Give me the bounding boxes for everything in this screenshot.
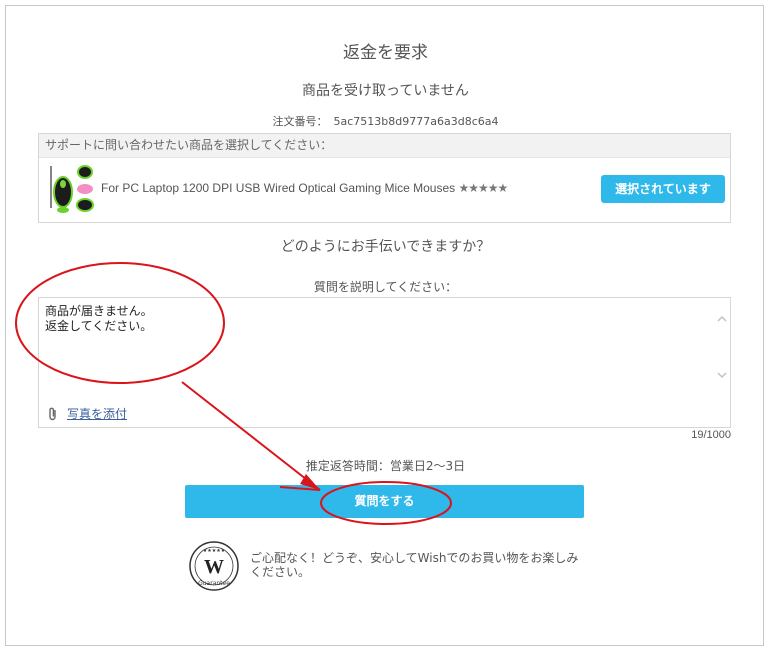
- page-subtitle: 商品を受け取っていません: [302, 83, 469, 99]
- attach-photo[interactable]: 写真を添付: [47, 405, 127, 422]
- guarantee-message: ご心配なく！どうぞ、安心してWishでのお買い物をお楽しみください。: [250, 551, 579, 579]
- product-name: For PC Laptop 1200 DPI USB Wired Optical…: [101, 181, 508, 195]
- question-text[interactable]: 商品が届きません。 返金してください。: [45, 304, 153, 334]
- product-row[interactable]: For PC Laptop 1200 DPI USB Wired Optical…: [39, 158, 730, 224]
- help-question: どのようにお手伝いできますか？: [280, 239, 491, 255]
- order-number-label: 注文番号：: [272, 115, 328, 128]
- scroll-up-icon[interactable]: [717, 314, 727, 324]
- svg-text:★★★★★: ★★★★★: [203, 548, 226, 554]
- product-rating-stars: ★★★★★: [458, 181, 508, 195]
- scroll-down-icon[interactable]: [717, 370, 727, 380]
- attach-photo-link[interactable]: 写真を添付: [67, 407, 127, 421]
- product-select-heading: サポートに問い合わせたい商品を選択してください：: [39, 134, 730, 158]
- character-counter: 19/1000: [691, 429, 731, 441]
- product-select-box: サポートに問い合わせたい商品を選択してください： For PC Laptop 1…: [38, 133, 731, 223]
- product-title: For PC Laptop 1200 DPI USB Wired Optical…: [101, 181, 456, 195]
- question-textarea[interactable]: 商品が届きません。 返金してください。 写真を添付: [38, 297, 731, 428]
- order-number: 5ac7513b8d9777a6a3d8c6a4: [333, 115, 499, 128]
- badge-text: Guarantee: [198, 580, 230, 587]
- submit-question-button[interactable]: 質問をする: [185, 485, 584, 518]
- selected-button[interactable]: 選択されています: [601, 175, 725, 203]
- estimated-response-time: 推定返答時間：営業日2〜3日: [305, 459, 466, 473]
- product-thumbnail: [47, 164, 97, 216]
- paperclip-icon: [49, 407, 56, 420]
- describe-label: 質問を説明してください：: [313, 280, 458, 294]
- textarea-scrollbar[interactable]: [714, 298, 730, 390]
- guarantee-badge-icon: ★★★★★ W Guarantee: [189, 541, 239, 591]
- order-number-line: 注文番号： 5ac7513b8d9777a6a3d8c6a4: [0, 113, 771, 129]
- badge-letter: W: [204, 556, 224, 578]
- page-title: 返金を要求: [343, 43, 428, 63]
